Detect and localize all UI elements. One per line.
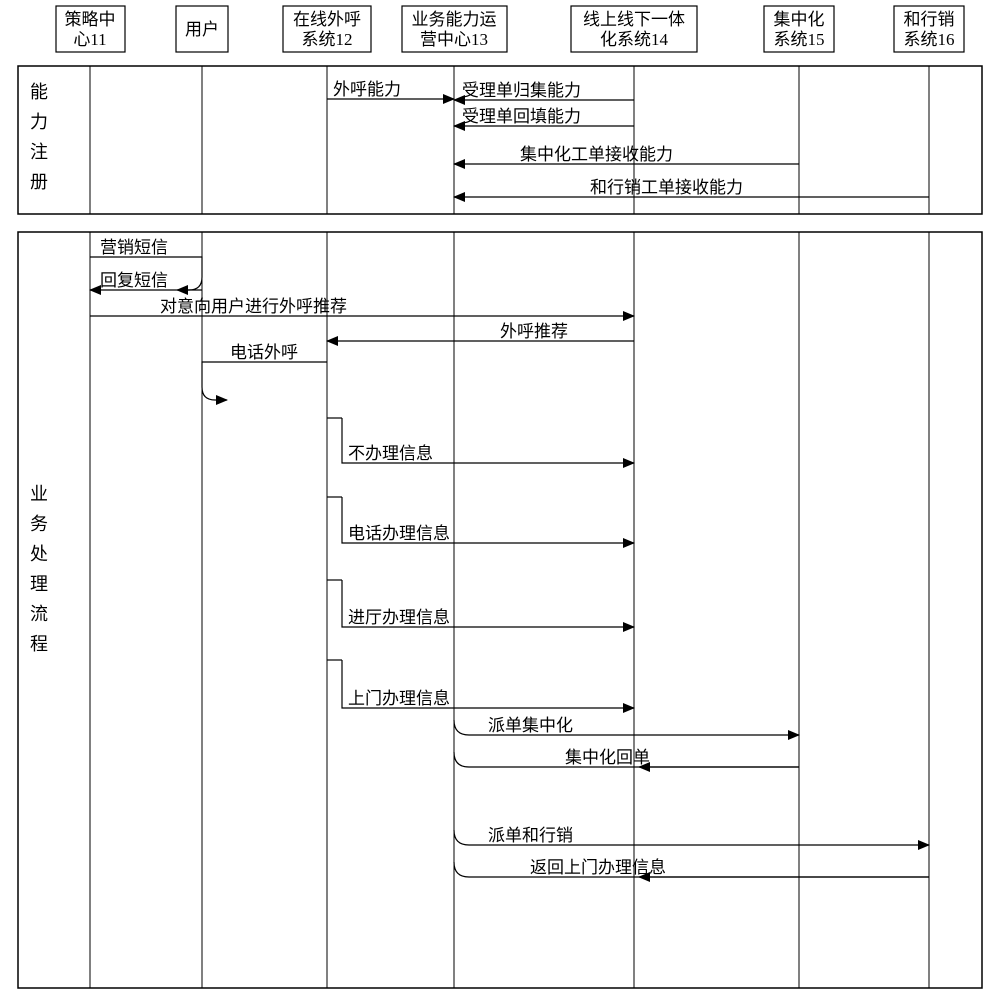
svg-text:务: 务 (30, 514, 48, 534)
svg-text:和行销: 和行销 (904, 10, 955, 29)
lifeline-header-policy: 策略中 心11 (56, 6, 125, 52)
svg-text:处: 处 (30, 544, 48, 564)
svg-text:册: 册 (30, 172, 48, 192)
svg-text:营销短信: 营销短信 (100, 238, 168, 257)
msg-dispatch-central: 派单集中化 (454, 716, 799, 735)
svg-text:系统12: 系统12 (302, 30, 353, 49)
lifeline-header-central: 集中化 系统15 (764, 6, 834, 52)
svg-text:电话办理信息: 电话办理信息 (348, 524, 450, 543)
svg-text:外呼能力: 外呼能力 (333, 80, 401, 99)
frame-processing (18, 232, 982, 988)
msg-return-home-info: 返回上门办理信息 (454, 858, 929, 877)
svg-text:系统16: 系统16 (904, 30, 955, 49)
msg-hx-receive-capability: 和行销工单接收能力 (454, 178, 929, 197)
msg-outbound-capability: 外呼能力 (327, 80, 454, 99)
phase-label-registration: 能 力 注 册 (30, 82, 48, 192)
msg-home-process-info: 上门办理信息 (327, 660, 634, 708)
svg-text:系统15: 系统15 (774, 30, 825, 49)
svg-text:力: 力 (30, 112, 48, 132)
msg-outbound-recommend: 外呼推荐 (327, 322, 634, 341)
msg-reply-sms: 回复短信 (90, 271, 202, 290)
svg-text:进厅办理信息: 进厅办理信息 (348, 608, 450, 627)
msg-dispatch-hx: 派单和行销 (454, 826, 929, 845)
svg-text:返回上门办理信息: 返回上门办理信息 (530, 858, 666, 877)
msg-phone-process-info: 电话办理信息 (327, 497, 634, 543)
msg-recommend-outbound: 对意向用户进行外呼推荐 (90, 297, 634, 316)
svg-text:外呼推荐: 外呼推荐 (500, 322, 568, 341)
msg-central-receive-capability: 集中化工单接收能力 (454, 145, 799, 164)
msg-hall-process-info: 进厅办理信息 (327, 580, 634, 627)
svg-text:电话外呼: 电话外呼 (230, 343, 298, 362)
svg-text:和行销工单接收能力: 和行销工单接收能力 (590, 178, 743, 197)
svg-text:流: 流 (30, 604, 48, 624)
svg-text:集中化工单接收能力: 集中化工单接收能力 (520, 145, 673, 164)
phase-label-processing: 业 务 处 理 流 程 (30, 484, 48, 654)
lifeline-header-ops: 业务能力运 营中心13 (402, 6, 507, 52)
svg-text:化系统14: 化系统14 (600, 30, 668, 49)
svg-text:集中化回单: 集中化回单 (565, 748, 650, 767)
svg-text:受理单归集能力: 受理单归集能力 (462, 81, 581, 100)
svg-text:理: 理 (30, 574, 48, 594)
svg-text:注: 注 (30, 142, 48, 162)
svg-text:回复短信: 回复短信 (100, 271, 168, 290)
svg-text:派单和行销: 派单和行销 (488, 826, 573, 845)
lifeline-header-o2o: 线上线下一体 化系统14 (571, 6, 697, 52)
msg-fill-capability: 受理单回填能力 (454, 107, 634, 126)
msg-aggregate-capability: 受理单归集能力 (454, 81, 634, 100)
sequence-diagram: 策略中 心11 用户 在线外呼 系统12 业务能力运 营中心13 线上线下一体 … (0, 0, 1000, 996)
svg-text:能: 能 (30, 82, 48, 102)
svg-text:集中化: 集中化 (774, 10, 825, 29)
lifeline-header-hx: 和行销 系统16 (894, 6, 964, 52)
svg-text:营中心13: 营中心13 (420, 30, 488, 49)
svg-text:线上线下一体: 线上线下一体 (583, 10, 685, 29)
svg-text:程: 程 (30, 634, 48, 654)
svg-text:业: 业 (30, 484, 48, 504)
svg-text:业务能力运: 业务能力运 (412, 10, 497, 29)
msg-central-return: 集中化回单 (454, 748, 799, 767)
svg-text:不办理信息: 不办理信息 (348, 444, 433, 463)
svg-text:派单集中化: 派单集中化 (488, 716, 573, 735)
svg-text:对意向用户进行外呼推荐: 对意向用户进行外呼推荐 (160, 297, 347, 316)
svg-text:受理单回填能力: 受理单回填能力 (462, 107, 581, 126)
msg-not-process-info: 不办理信息 (327, 418, 634, 463)
lifeline-header-user: 用户 (176, 6, 228, 52)
svg-text:用户: 用户 (185, 20, 219, 39)
svg-text:策略中: 策略中 (65, 10, 116, 29)
svg-text:心11: 心11 (73, 30, 106, 49)
msg-dial-out: 电话外呼 (202, 343, 327, 400)
lifeline-header-call: 在线外呼 系统12 (283, 6, 371, 52)
svg-text:在线外呼: 在线外呼 (293, 10, 361, 29)
svg-text:上门办理信息: 上门办理信息 (348, 689, 450, 708)
